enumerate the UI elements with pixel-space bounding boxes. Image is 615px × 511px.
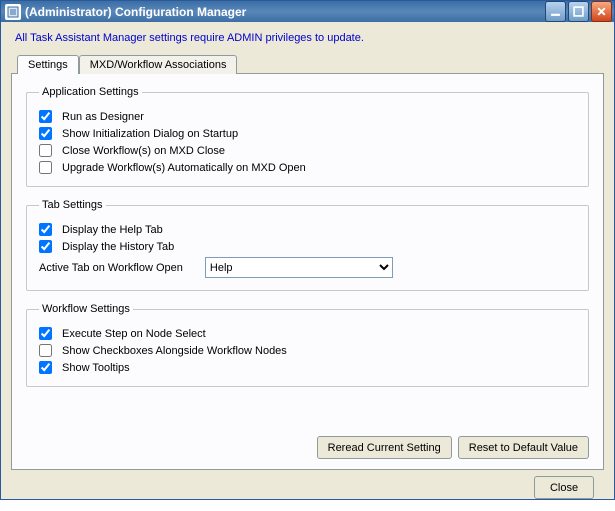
label-execute-step: Execute Step on Node Select (62, 328, 206, 340)
checkbox-display-help-tab[interactable] (39, 223, 52, 236)
tab-container: Settings MXD/Workflow Associations Appli… (11, 54, 604, 470)
label-upgrade-workflows: Upgrade Workflow(s) Automatically on MXD… (62, 162, 306, 174)
group-legend-application: Application Settings (39, 86, 142, 98)
tab-mxd-workflow[interactable]: MXD/Workflow Associations (79, 55, 238, 74)
panel-footer: Reread Current Setting Reset to Default … (26, 430, 589, 459)
checkbox-show-init-dialog[interactable] (39, 127, 52, 140)
label-show-tooltips: Show Tooltips (62, 362, 130, 374)
window-root: (Administrator) Configuration Manager Al… (0, 0, 615, 500)
app-icon (5, 4, 21, 20)
label-run-as-designer: Run as Designer (62, 111, 144, 123)
checkbox-execute-step[interactable] (39, 327, 52, 340)
group-application-settings: Application Settings Run as Designer Sho… (26, 86, 589, 187)
group-workflow-settings: Workflow Settings Execute Step on Node S… (26, 303, 589, 387)
reset-button[interactable]: Reset to Default Value (458, 436, 589, 459)
group-legend-tab: Tab Settings (39, 199, 106, 211)
window-body: All Task Assistant Manager settings requ… (1, 22, 614, 511)
maximize-button[interactable] (568, 1, 589, 22)
checkbox-close-workflows[interactable] (39, 144, 52, 157)
window-controls (545, 1, 612, 22)
tab-settings[interactable]: Settings (17, 55, 79, 74)
title-bar: (Administrator) Configuration Manager (1, 1, 614, 22)
label-active-tab: Active Tab on Workflow Open (39, 262, 183, 274)
tab-strip: Settings MXD/Workflow Associations (17, 54, 604, 73)
checkbox-display-history-tab[interactable] (39, 240, 52, 253)
tab-panel-settings: Application Settings Run as Designer Sho… (11, 73, 604, 470)
label-display-help-tab: Display the Help Tab (62, 224, 163, 236)
window-title: (Administrator) Configuration Manager (25, 5, 545, 19)
window-footer: Close (11, 470, 604, 503)
admin-notice: All Task Assistant Manager settings requ… (15, 32, 604, 44)
group-legend-workflow: Workflow Settings (39, 303, 133, 315)
minimize-button[interactable] (545, 1, 566, 22)
checkbox-show-tooltips[interactable] (39, 361, 52, 374)
label-close-workflows: Close Workflow(s) on MXD Close (62, 145, 225, 157)
group-tab-settings: Tab Settings Display the Help Tab Displa… (26, 199, 589, 291)
checkbox-show-checkboxes-nodes[interactable] (39, 344, 52, 357)
close-button[interactable]: Close (534, 476, 594, 499)
label-show-checkboxes-nodes: Show Checkboxes Alongside Workflow Nodes (62, 345, 287, 357)
label-display-history-tab: Display the History Tab (62, 241, 174, 253)
reread-button[interactable]: Reread Current Setting (317, 436, 452, 459)
select-active-tab[interactable]: Help (205, 257, 393, 278)
checkbox-upgrade-workflows[interactable] (39, 161, 52, 174)
close-window-button[interactable] (591, 1, 612, 22)
checkbox-run-as-designer[interactable] (39, 110, 52, 123)
label-show-init-dialog: Show Initialization Dialog on Startup (62, 128, 238, 140)
